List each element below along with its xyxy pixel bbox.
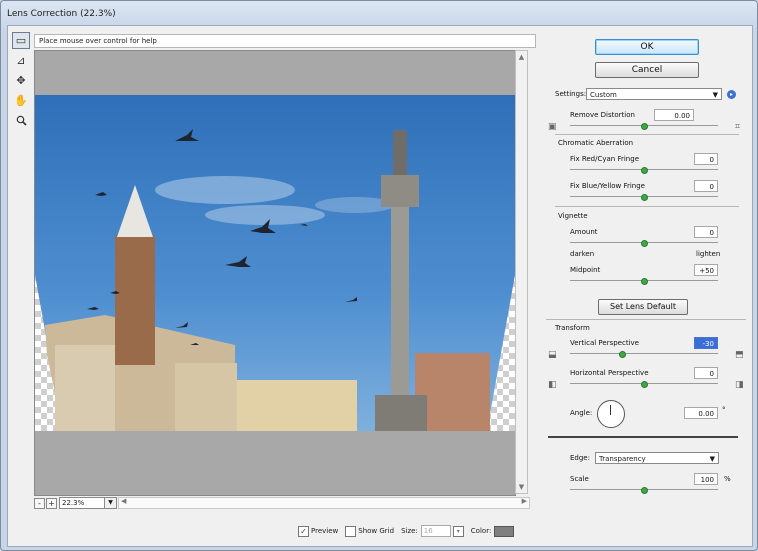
horizontal-perspective-label: Horizontal Perspective [570,369,649,377]
scale-unit: % [724,475,731,483]
edge-dropdown[interactable]: Transparency ▼ [595,452,719,464]
window-title: Lens Correction (22.3%) [7,9,116,19]
cancel-button[interactable]: Cancel [595,62,699,78]
scroll-right-icon[interactable]: ▶ [522,497,527,505]
horizontal-perspective-field[interactable]: 0 [694,367,718,379]
preview-canvas[interactable] [34,50,516,496]
zoom-bar: - + 22.3% ▼ ◀ ▶ [34,497,530,509]
midpoint-field[interactable]: +50 [694,264,718,276]
grid-size-field[interactable]: 16 [420,525,451,537]
settings-label: Settings: [555,90,587,98]
blue-yellow-field[interactable]: 0 [694,180,718,192]
straighten-tool-icon[interactable]: ⊿ [12,52,30,69]
remove-distortion-label: Remove Distortion [570,111,635,119]
vignette-amount-slider[interactable] [570,240,718,247]
transform-title: Transform [555,324,590,332]
horizontal-scrollbar[interactable]: ◀ ▶ [118,497,530,509]
zoom-dropdown-icon[interactable]: ▼ [104,497,117,509]
grid-size-label: Size: [401,527,418,535]
red-cyan-field[interactable]: 0 [694,153,718,165]
preview-options: ✓ Preview Show Grid Size: 16 ▾ Color: [298,524,515,538]
blue-yellow-slider[interactable] [570,194,718,201]
angle-dial[interactable] [597,400,625,428]
midpoint-slider[interactable] [570,278,718,285]
set-lens-default-button[interactable]: Set Lens Default [598,299,688,315]
barrel-icon: ⌗ [735,122,741,132]
slider-thumb[interactable] [641,123,648,130]
scroll-up-icon[interactable]: ▲ [516,53,527,61]
red-cyan-slider[interactable] [570,167,718,174]
vignette-amount-label: Amount [570,228,598,236]
horizontal-left-icon: ◧ [548,380,557,390]
show-grid-label: Show Grid [358,527,395,535]
preview-label: Preview [311,527,339,535]
settings-value: Custom [590,91,617,99]
settings-menu-icon[interactable]: ▸ [727,90,736,99]
slider-thumb[interactable] [641,381,648,388]
edge-value: Transparency [599,455,646,463]
scroll-down-icon[interactable]: ▼ [516,483,527,491]
horizontal-perspective-slider[interactable] [570,381,718,388]
pincushion-icon: ▣ [548,122,557,132]
zoom-out-button[interactable]: - [34,498,45,509]
chromatic-aberration-title: Chromatic Aberration [558,139,634,147]
red-cyan-label: Fix Red/Cyan Fringe [570,155,639,163]
scroll-left-icon[interactable]: ◀ [121,497,126,505]
vertical-left-icon: ⬓ [548,350,557,360]
blue-yellow-label: Fix Blue/Yellow Fringe [570,182,645,190]
edge-label: Edge: [570,454,590,462]
help-text-bar: Place mouse over control for help [34,34,536,48]
slider-thumb[interactable] [618,351,626,358]
show-grid-checkbox[interactable] [345,525,357,537]
slider-thumb[interactable] [641,240,648,247]
remove-distortion-slider[interactable] [570,123,718,130]
midpoint-label: Midpoint [570,266,601,274]
grid-color-swatch[interactable] [494,525,515,537]
angle-unit: ° [722,406,726,414]
slider-thumb[interactable] [641,194,648,201]
zoom-level-field[interactable]: 22.3% [59,497,105,509]
hand-tool-icon[interactable]: ✋ [12,92,30,109]
dropdown-caret-icon: ▼ [712,91,718,99]
slider-thumb[interactable] [641,167,648,174]
zoom-tool-icon[interactable] [12,112,30,129]
vertical-perspective-slider[interactable] [570,351,718,358]
settings-dropdown[interactable]: Custom ▼ [586,88,722,100]
slider-thumb[interactable] [641,278,648,285]
vignette-amount-field[interactable]: 0 [694,226,718,238]
slider-thumb[interactable] [641,487,648,494]
lighten-label: lighten [696,250,721,258]
lens-correction-window: Lens Correction (22.3%) ▭ ⊿ ✥ ✋ Place mo… [0,0,758,551]
tool-column: ▭ ⊿ ✥ ✋ [12,32,30,132]
scale-label: Scale [570,475,589,483]
darken-label: darken [570,250,595,258]
zoom-in-button[interactable]: + [46,498,57,509]
scale-slider[interactable] [570,487,718,494]
remove-distortion-field[interactable]: 0.00 [654,109,694,121]
preview-image [35,95,515,431]
angle-field[interactable]: 0.00 [684,407,718,419]
vertical-scrollbar[interactable]: ▲ ▼ [515,50,528,494]
preview-checkbox[interactable]: ✓ [298,525,309,537]
dialog-client: ▭ ⊿ ✥ ✋ Place mouse over control for hel… [7,25,753,547]
dropdown-caret-icon: ▼ [709,455,715,463]
remove-distortion-tool-icon[interactable]: ▭ [12,32,30,49]
vertical-perspective-label: Vertical Perspective [570,339,639,347]
scale-field[interactable]: 100 [694,473,718,485]
horizontal-right-icon: ◨ [735,380,744,390]
angle-label: Angle: [570,409,593,417]
grid-size-dropdown-icon[interactable]: ▾ [452,525,464,537]
vignette-title: Vignette [558,212,588,220]
vertical-perspective-field[interactable]: -30 [694,337,718,349]
grid-color-label: Color: [470,527,492,535]
move-grid-tool-icon[interactable]: ✥ [12,72,30,89]
angle-needle [610,405,611,415]
ok-button[interactable]: OK [595,39,699,55]
vertical-right-icon: ⬒ [735,350,744,360]
